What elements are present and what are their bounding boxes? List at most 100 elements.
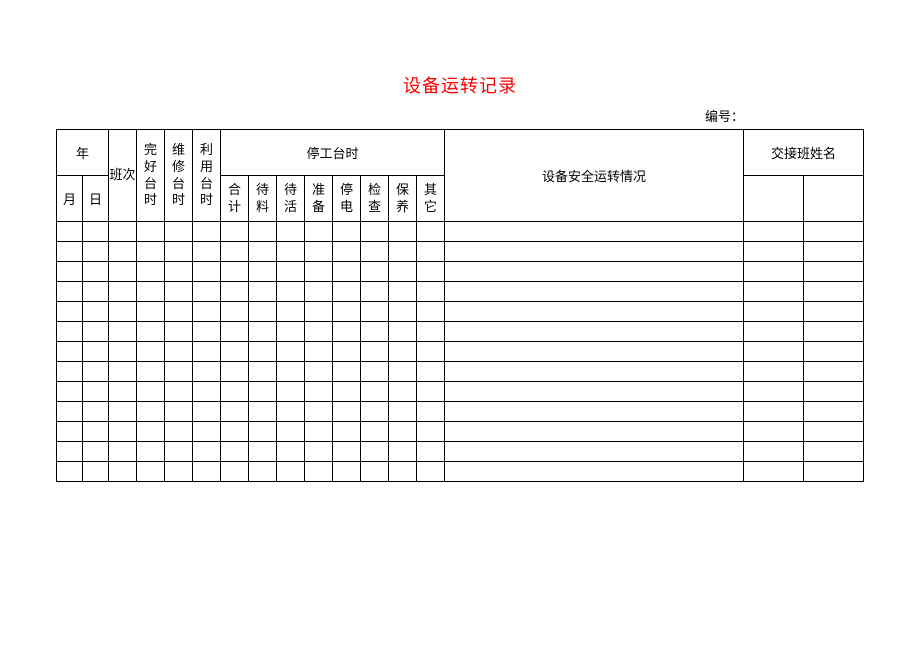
- table-cell: [743, 302, 803, 322]
- table-row: [57, 322, 864, 342]
- table-cell: [57, 322, 83, 342]
- table-cell: [249, 262, 277, 282]
- table-row: [57, 342, 864, 362]
- table-cell: [137, 442, 165, 462]
- table-cell: [743, 462, 803, 482]
- table-cell: [333, 282, 361, 302]
- table-cell: [743, 402, 803, 422]
- table-cell: [361, 442, 389, 462]
- table-cell: [445, 262, 744, 282]
- table-cell: [57, 442, 83, 462]
- table-cell: [221, 362, 249, 382]
- table-cell: [221, 302, 249, 322]
- table-cell: [109, 282, 137, 302]
- table-cell: [137, 322, 165, 342]
- table-cell: [57, 422, 83, 442]
- table-cell: [803, 362, 863, 382]
- table-cell: [221, 222, 249, 242]
- table-cell: [445, 362, 744, 382]
- table-cell: [361, 462, 389, 482]
- table-cell: [445, 282, 744, 302]
- table-cell: [221, 242, 249, 262]
- table-cell: [361, 222, 389, 242]
- table-cell: [743, 262, 803, 282]
- table-cell: [305, 282, 333, 302]
- table-cell: [389, 322, 417, 342]
- table-cell: [277, 362, 305, 382]
- table-cell: [743, 222, 803, 242]
- table-cell: [249, 282, 277, 302]
- table-cell: [445, 322, 744, 342]
- table-cell: [417, 462, 445, 482]
- table-cell: [165, 302, 193, 322]
- table-cell: [137, 242, 165, 262]
- table-cell: [137, 302, 165, 322]
- table-cell: [249, 222, 277, 242]
- table-cell: [249, 462, 277, 482]
- table-row: [57, 222, 864, 242]
- table-cell: [193, 382, 221, 402]
- header-handover-col2: [803, 176, 863, 222]
- table-cell: [193, 322, 221, 342]
- table-cell: [193, 302, 221, 322]
- header-wait-material: 待料: [249, 176, 277, 222]
- table-cell: [277, 402, 305, 422]
- table-row: [57, 242, 864, 262]
- table-cell: [83, 242, 109, 262]
- table-cell: [193, 422, 221, 442]
- table-cell: [333, 462, 361, 482]
- table-cell: [803, 422, 863, 442]
- table-cell: [57, 302, 83, 322]
- table-cell: [193, 362, 221, 382]
- table-cell: [109, 342, 137, 362]
- header-intact-hours: 完好台时: [137, 130, 165, 222]
- table-cell: [305, 382, 333, 402]
- table-cell: [803, 442, 863, 462]
- table-cell: [417, 282, 445, 302]
- table-cell: [277, 222, 305, 242]
- table-cell: [137, 342, 165, 362]
- table-cell: [417, 382, 445, 402]
- table-cell: [165, 462, 193, 482]
- table-cell: [221, 382, 249, 402]
- table-cell: [277, 462, 305, 482]
- table-cell: [57, 402, 83, 422]
- table-cell: [417, 322, 445, 342]
- header-repair-hours: 维修台时: [165, 130, 193, 222]
- table-cell: [165, 262, 193, 282]
- header-maintain: 保养: [389, 176, 417, 222]
- table-cell: [137, 462, 165, 482]
- header-other: 其它: [417, 176, 445, 222]
- header-utilize-hours: 利用台时: [193, 130, 221, 222]
- table-cell: [193, 342, 221, 362]
- table-cell: [305, 262, 333, 282]
- table-row: [57, 362, 864, 382]
- table-cell: [137, 382, 165, 402]
- header-safety-status: 设备安全运转情况: [445, 130, 744, 222]
- header-wait-work: 待活: [277, 176, 305, 222]
- table-cell: [109, 382, 137, 402]
- table-cell: [249, 342, 277, 362]
- table-cell: [417, 342, 445, 362]
- table-cell: [305, 322, 333, 342]
- table-cell: [137, 282, 165, 302]
- table-cell: [249, 242, 277, 262]
- table-cell: [165, 402, 193, 422]
- table-cell: [57, 342, 83, 362]
- table-cell: [333, 362, 361, 382]
- table-row: [57, 462, 864, 482]
- table-cell: [193, 442, 221, 462]
- table-cell: [83, 382, 109, 402]
- table-cell: [57, 222, 83, 242]
- table-cell: [83, 262, 109, 282]
- table-cell: [803, 282, 863, 302]
- table-cell: [249, 362, 277, 382]
- table-cell: [445, 242, 744, 262]
- table-cell: [109, 402, 137, 422]
- table-cell: [57, 242, 83, 262]
- table-cell: [277, 382, 305, 402]
- record-table: 年 班次 完好台时 维修台时 利用台时 停工台时 设备安全运转情况 交接班姓名 …: [56, 129, 864, 482]
- table-cell: [361, 262, 389, 282]
- table-cell: [361, 422, 389, 442]
- table-cell: [109, 442, 137, 462]
